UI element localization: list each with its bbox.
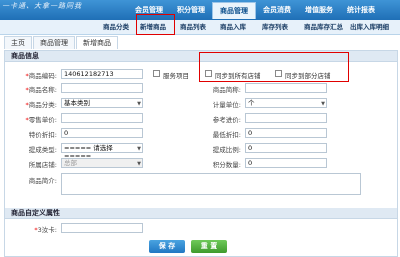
service-checkbox[interactable] — [153, 70, 160, 77]
subnav-category[interactable]: 商品分类 — [103, 20, 129, 34]
reset-button[interactable]: 重 置 — [191, 240, 227, 253]
highlight-sync-options — [199, 52, 349, 82]
retail-label: *零售单价: — [25, 116, 57, 124]
store-select: 总部 ▼ — [61, 158, 143, 168]
store-label: 所属店铺: — [28, 161, 57, 169]
top-header: 一卡通、大拿一路同我 会员管理 积分管理 商品管理 会员消费 增值服务 统计报表 — [0, 0, 400, 20]
subnav-stock-summary[interactable]: 商品库存汇总 — [304, 20, 343, 34]
breadcrumb-tabs: 主页 商品管理 新增商品 — [4, 36, 396, 50]
tab-goods-manage[interactable]: 商品管理 — [33, 36, 75, 49]
commission-ratio-input[interactable]: 0 — [245, 143, 327, 153]
commission-type-select[interactable]: ===== 请选择 ===== ▼ — [61, 143, 143, 160]
nav-points[interactable]: 积分管理 — [170, 2, 212, 18]
min-discount-input[interactable]: 0 — [245, 128, 327, 138]
code-input[interactable]: 140612182713 — [61, 69, 143, 79]
section-custom-attrs: 商品自定义属性 — [5, 208, 397, 219]
nav-vas[interactable]: 增值服务 — [298, 2, 340, 18]
intro-label: 商品简介: — [28, 177, 57, 185]
tab-add-goods[interactable]: 新增商品 — [76, 36, 118, 49]
intro-textarea[interactable] — [61, 173, 361, 195]
ref-price-label: 参考进价: — [212, 116, 241, 124]
subnav-stock-list[interactable]: 库存列表 — [262, 20, 288, 34]
sub-nav: 商品分类 新增商品 商品列表 商品入库 库存列表 商品库存汇总 出库入库明细 — [0, 20, 400, 35]
retail-input[interactable] — [61, 113, 143, 123]
points-input[interactable]: 0 — [245, 158, 327, 168]
nav-goods[interactable]: 商品管理 — [212, 2, 256, 19]
chevron-down-icon: ▼ — [137, 161, 141, 167]
name-input[interactable] — [61, 83, 143, 93]
save-button[interactable]: 保 存 — [149, 240, 185, 253]
unit-select[interactable]: 个 ▼ — [245, 98, 327, 108]
chevron-down-icon: ▼ — [321, 101, 325, 107]
chevron-down-icon: ▼ — [137, 146, 141, 152]
subnav-goods-list[interactable]: 商品列表 — [180, 20, 206, 34]
subnav-stock-in[interactable]: 商品入库 — [220, 20, 246, 34]
special-discount-input[interactable]: 0 — [61, 128, 143, 138]
category-label: *商品分类: — [25, 101, 57, 109]
chevron-down-icon: ▼ — [137, 101, 141, 107]
commission-type-label: 提成类型: — [28, 146, 57, 154]
category-select[interactable]: 基本类别 ▼ — [61, 98, 143, 108]
short-name-label: 商品简称: — [212, 86, 241, 94]
app-slogan: 一卡通、大拿一路同我 — [2, 2, 82, 10]
service-label: 服务项目 — [163, 72, 189, 80]
points-label: 积分数量: — [212, 161, 241, 169]
highlight-add-goods — [136, 14, 175, 35]
custom-field-input[interactable] — [61, 223, 143, 233]
tab-home[interactable]: 主页 — [4, 36, 32, 49]
short-name-input[interactable] — [245, 83, 327, 93]
unit-label: 计量单位: — [212, 101, 241, 109]
special-discount-label: 特价折扣: — [28, 131, 57, 139]
code-label: *商品编码: — [25, 72, 57, 80]
subnav-stock-detail[interactable]: 出库入库明细 — [350, 20, 389, 34]
nav-consume[interactable]: 会员消费 — [256, 2, 298, 18]
ref-price-input[interactable] — [245, 113, 327, 123]
name-label: *商品名称: — [25, 86, 57, 94]
nav-reports[interactable]: 统计报表 — [340, 2, 382, 18]
commission-ratio-label: 提成比例: — [212, 146, 241, 154]
min-discount-label: 最低折扣: — [212, 131, 241, 139]
custom-field-label: *3汝卡: — [34, 226, 57, 234]
